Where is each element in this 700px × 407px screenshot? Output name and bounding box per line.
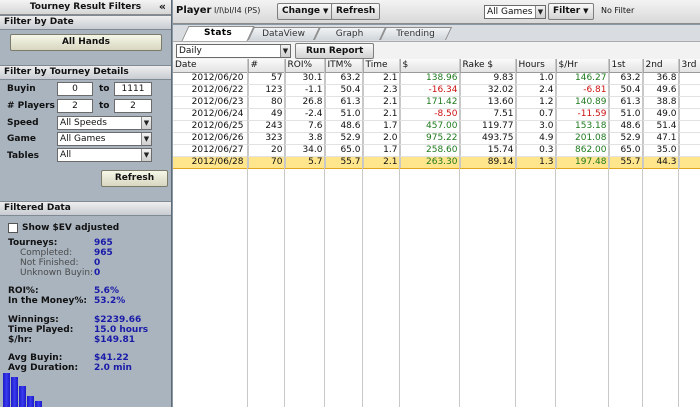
- filter-by-tourney-header: Filter by Tourney Details: [0, 65, 171, 80]
- tab-stats[interactable]: Stats: [181, 26, 255, 41]
- buyin-to-label: to: [99, 84, 110, 94]
- tables-label: Tables: [7, 151, 40, 161]
- filter-by-date-header: Filter by Date: [0, 15, 171, 30]
- avg-buyin-label: Avg Buyin:: [8, 353, 63, 363]
- game-filter-select[interactable]: All Games ▼: [484, 5, 546, 19]
- tab-graph[interactable]: Graph: [313, 27, 387, 40]
- player-name: I/I\bI/I4 (PS): [214, 6, 261, 15]
- change-player-label: Change: [282, 6, 321, 16]
- show-sev-label: Show $EV adjusted: [22, 223, 120, 233]
- avg-duration-value: 2.0 min: [94, 363, 132, 373]
- buyin-to-input[interactable]: 1111: [114, 82, 152, 96]
- tourneys-label: Tourneys:: [8, 238, 58, 248]
- all-hands-button[interactable]: All Hands: [10, 34, 162, 51]
- chevron-down-icon: ▼: [583, 7, 589, 15]
- unknown-buyin-label: Unknown Buyin:: [20, 268, 94, 278]
- completed-label: Completed:: [20, 248, 73, 258]
- buyin-from-input[interactable]: 0: [57, 82, 93, 96]
- column-gridline: [173, 59, 700, 407]
- change-player-button[interactable]: Change ▼: [277, 3, 334, 20]
- speed-label: Speed: [7, 118, 39, 128]
- run-report-button[interactable]: Run Report: [295, 43, 375, 59]
- roi-value: 5.6%: [94, 286, 119, 296]
- tab-trending[interactable]: Trending: [379, 27, 453, 40]
- chevron-down-icon[interactable]: ▼: [141, 117, 151, 129]
- not-finished-value: 0: [94, 258, 101, 268]
- mini-bar: [19, 386, 26, 407]
- unknown-buyin-value: 0: [94, 268, 101, 278]
- tourney-filters-panel: Tourney Result Filters « Filter by Date …: [0, 0, 172, 407]
- report-period-value: Daily: [179, 46, 202, 56]
- panel-title: Tourney Result Filters «: [0, 0, 171, 15]
- collapse-panel-icon[interactable]: «: [159, 0, 166, 13]
- mini-bar: [35, 401, 42, 407]
- players-to-input[interactable]: 2: [114, 99, 152, 113]
- chevron-down-icon: ▼: [323, 7, 329, 15]
- itm-label: In the Money%:: [8, 296, 87, 306]
- mini-bar: [27, 396, 34, 407]
- show-sev-checkbox[interactable]: [8, 223, 18, 233]
- speed-select[interactable]: All Speeds ▼: [57, 116, 152, 130]
- winnings-value: $2239.66: [94, 315, 142, 325]
- tab-dataview-label: DataView: [262, 29, 305, 39]
- player-label: Player: [176, 5, 212, 16]
- panel-title-text: Tourney Result Filters: [29, 2, 142, 12]
- tab-dataview[interactable]: DataView: [247, 27, 321, 40]
- filter-label: Filter: [553, 6, 581, 16]
- game-label: Game: [7, 134, 36, 144]
- main-toolbar: Player I/I\bI/I4 (PS) Change ▼ Refresh Al…: [173, 0, 700, 24]
- chevron-down-icon[interactable]: ▼: [141, 149, 151, 161]
- game-filter-value: All Games: [487, 7, 533, 17]
- players-to-label: to: [99, 101, 110, 111]
- stats-grid: Date # ROI% ITM% Time $ Rake $ Hours $/Hr 1st 2nd 3…: [173, 59, 700, 407]
- view-tabs: Stats DataView Graph Trending: [173, 25, 700, 41]
- not-finished-label: Not Finished:: [20, 258, 79, 268]
- tables-select-value: All: [60, 150, 72, 160]
- completed-value: 965: [94, 248, 113, 258]
- refresh-filters-button[interactable]: Refresh: [101, 170, 168, 187]
- tables-select[interactable]: All ▼: [57, 148, 152, 162]
- buyin-label: Buyin: [7, 84, 36, 94]
- chevron-down-icon[interactable]: ▼: [141, 133, 151, 145]
- refresh-button[interactable]: Refresh: [331, 3, 381, 20]
- tourneys-value: 965: [94, 238, 113, 248]
- chevron-down-icon[interactable]: ▼: [535, 6, 545, 18]
- roi-label: ROI%:: [8, 286, 39, 296]
- winnings-label: Winnings:: [8, 315, 59, 325]
- players-from-input[interactable]: 2: [57, 99, 93, 113]
- time-played-value: 15.0 hours: [94, 325, 149, 335]
- players-label: # Players: [7, 101, 55, 111]
- itm-value: 53.2%: [94, 296, 126, 306]
- avg-buyin-value: $41.22: [94, 353, 129, 363]
- filtered-data-header: Filtered Data: [0, 201, 171, 216]
- tab-stats-label: Stats: [203, 28, 233, 38]
- mini-bar: [3, 373, 10, 407]
- tab-trending-label: Trending: [396, 29, 435, 39]
- per-hr-label: $/hr:: [8, 335, 32, 345]
- chevron-down-icon[interactable]: ▼: [280, 45, 290, 57]
- report-period-select[interactable]: Daily ▼: [176, 44, 291, 58]
- mini-bar-chart: [3, 371, 48, 407]
- time-played-label: Time Played:: [8, 325, 74, 335]
- no-filter-text: No Filter: [601, 6, 635, 15]
- mini-bar: [11, 377, 18, 407]
- speed-select-value: All Speeds: [60, 118, 107, 128]
- filter-button[interactable]: Filter ▼: [548, 3, 594, 20]
- tab-graph-label: Graph: [335, 29, 364, 39]
- per-hr-value: $149.81: [94, 335, 135, 345]
- game-select[interactable]: All Games ▼: [57, 132, 152, 146]
- report-bar: Daily ▼ Run Report: [173, 41, 700, 59]
- game-select-value: All Games: [60, 134, 106, 144]
